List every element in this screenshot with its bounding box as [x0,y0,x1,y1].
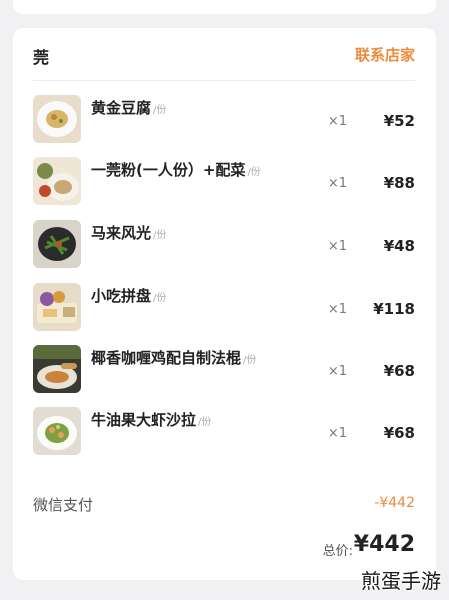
item-price: ¥88 [383,174,415,192]
dish-photo-icon [33,283,81,331]
item-qty: ×1 [327,426,347,441]
item-name: 黄金豆腐/份 [91,97,166,118]
item-title: 黄金豆腐 [91,99,152,117]
item-unit: /份 [198,417,212,428]
item-qty: ×1 [327,176,347,191]
payment-method: 微信支付 [33,496,94,514]
shop-name[interactable]: 莞 [33,44,49,68]
dish-photo-icon [33,157,81,205]
order-item[interactable]: 黄金豆腐/份 ×1 ¥52 [33,95,415,143]
item-qty: ×1 [327,364,347,379]
order-item[interactable]: 小吃拼盘/份 ×1 ¥118 [33,283,415,331]
dish-photo-icon [33,220,81,268]
item-title: 牛油果大虾沙拉 [91,411,197,429]
total-row: 总价: ¥442 [33,532,415,562]
item-title: 椰香咖喱鸡配自制法棍 [91,349,242,367]
item-name: 牛油果大虾沙拉/份 [91,409,211,430]
order-card: 莞 联系店家 黄金豆腐/份 ×1 ¥52 一莞粉(一人份）+配菜 /份 ×1 ¥… [13,28,436,580]
item-unit: /份 [243,355,257,366]
contact-shop-button[interactable]: 联系店家 [355,44,415,65]
item-qty: ×1 [327,239,347,254]
item-price: ¥52 [383,112,415,130]
divider [33,80,415,81]
total-label: 总价: [322,544,353,559]
watermark: 煎蛋手游 [361,569,441,593]
order-item[interactable]: 椰香咖喱鸡配自制法棍/份 ×1 ¥68 [33,345,415,393]
dish-photo-icon [33,407,81,455]
item-unit: /份 [247,167,261,178]
previous-card [13,0,436,14]
item-price: ¥48 [383,237,415,255]
item-qty: ×1 [327,302,347,317]
item-name: 马来风光/份 [91,222,166,243]
item-name: 小吃拼盘/份 [91,285,166,306]
payment-row: 微信支付 -¥442 [33,494,415,516]
order-item[interactable]: 一莞粉(一人份）+配菜/份 ×1 ¥88 [33,157,415,205]
item-price: ¥68 [383,424,415,442]
item-title: 小吃拼盘 [91,287,152,305]
payment-amount: -¥442 [374,495,415,511]
item-name: 椰香咖喱鸡配自制法棍/份 [91,347,256,368]
item-title: 马来风光 [91,224,152,242]
item-unit: /份 [153,105,167,116]
item-unit: /份 [153,293,167,304]
item-title: 一莞粉(一人份）+配菜 [91,161,246,179]
order-item[interactable]: 马来风光/份 ×1 ¥48 [33,220,415,268]
dish-photo-icon [33,345,81,393]
item-unit: /份 [153,230,167,241]
total-amount: ¥442 [353,532,415,557]
shop-header: 莞 联系店家 [33,44,415,68]
item-price: ¥68 [383,362,415,380]
item-price: ¥118 [373,300,415,318]
order-item[interactable]: 牛油果大虾沙拉/份 ×1 ¥68 [33,407,415,455]
dish-photo-icon [33,95,81,143]
item-qty: ×1 [327,114,347,129]
item-name: 一莞粉(一人份）+配菜/份 [91,159,261,180]
